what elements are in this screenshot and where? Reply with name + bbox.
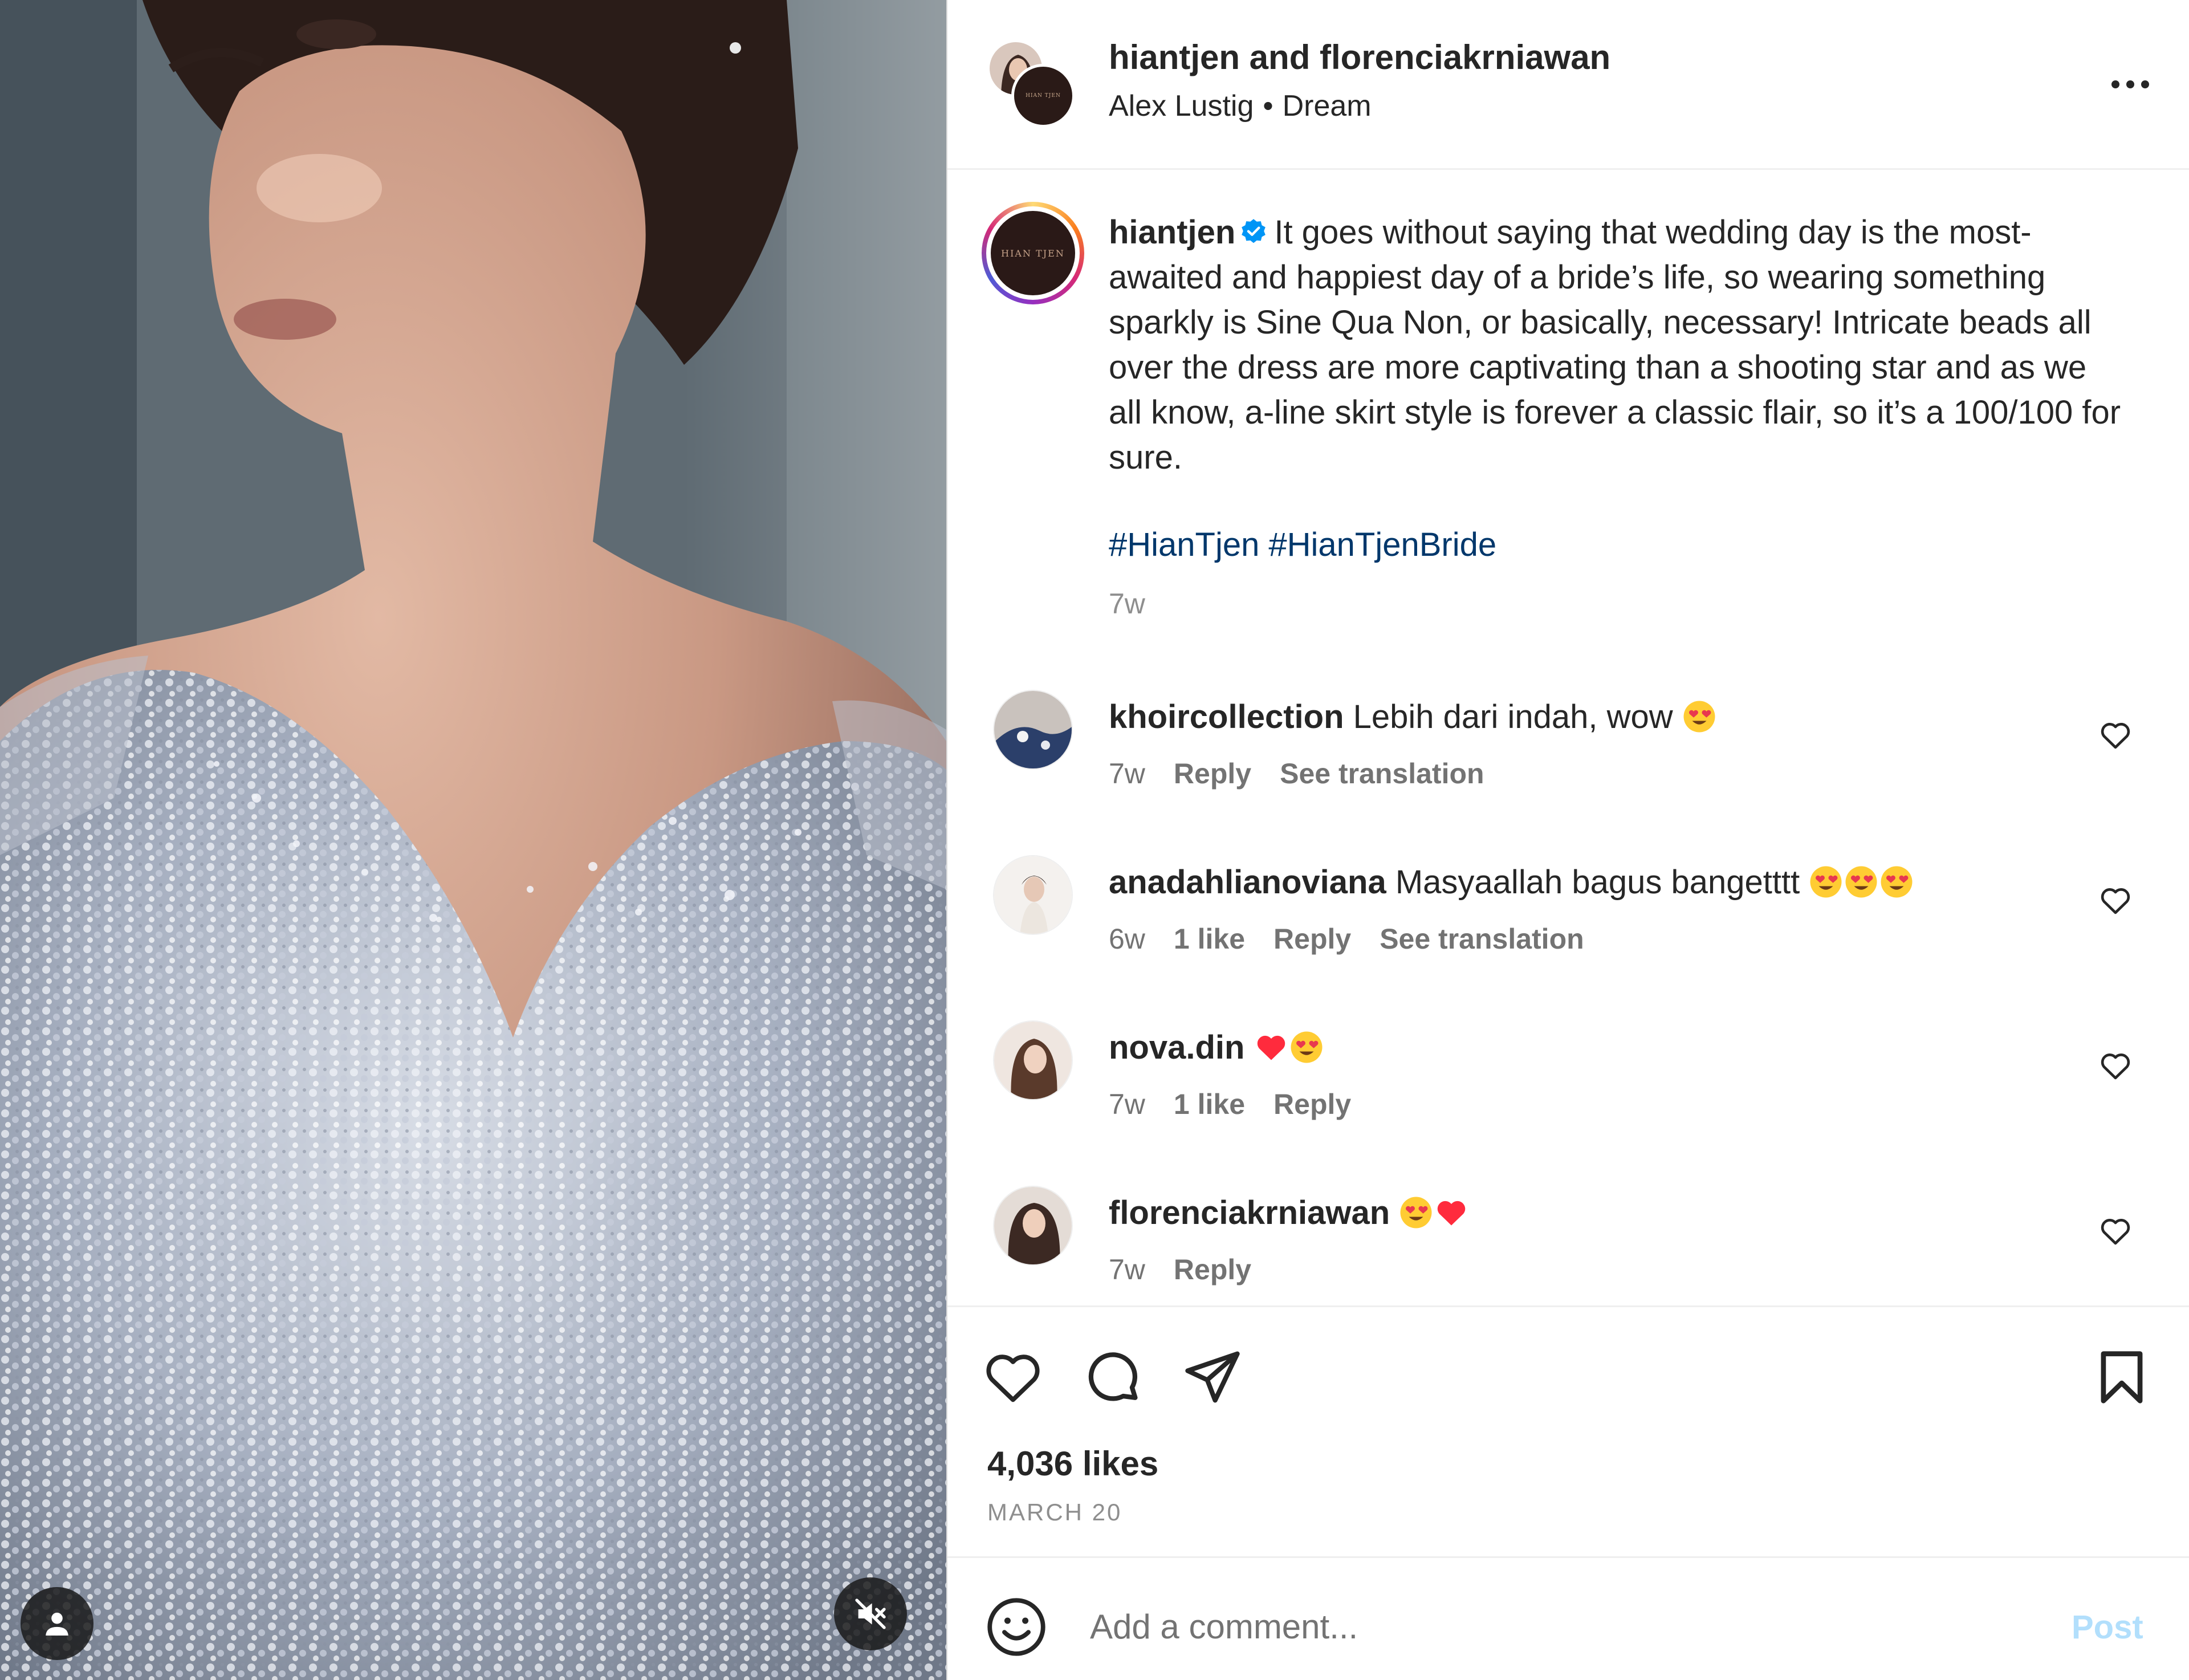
reply-button[interactable]: Reply (1174, 758, 1251, 790)
comment-item: anadahlianoviana Masyaallah bagus banget… (947, 852, 2189, 983)
comment-item: florenciakrniawan 7w Reply (947, 1182, 2189, 1313)
reply-button[interactable]: Reply (1273, 923, 1351, 955)
comment-like-heart-icon[interactable] (2098, 1048, 2133, 1083)
comment-like-heart-icon[interactable] (2098, 717, 2133, 752)
muted-speaker-icon (855, 1598, 886, 1629)
post-header: HIAN TJEN hiantjen and florenciakrniawan… (947, 0, 2189, 170)
comment-meta: 7w Reply See translation (1109, 757, 1513, 790)
heart-eyes-emoji-icon (1881, 866, 1913, 898)
post-media-video[interactable] (0, 0, 946, 1680)
separator-dot: • (1263, 90, 1273, 123)
likes-count[interactable]: 4,036 likes (987, 1444, 1158, 1483)
heart-eyes-emoji-icon (1400, 1197, 1432, 1229)
comment-body: khoircollection Lebih dari indah, wow (1109, 698, 1716, 736)
comment-text: Masyaallah bagus bangetttt (1395, 864, 1800, 901)
audio-info: Alex Lustig • Dream (1109, 89, 1372, 123)
comment-like-heart-icon[interactable] (2098, 882, 2133, 918)
comment-time[interactable]: 6w (1109, 923, 1145, 955)
heart-eyes-emoji-icon (1810, 866, 1842, 898)
bookmark-icon[interactable] (2090, 1346, 2153, 1409)
comment-like-heart-icon[interactable] (2098, 1213, 2133, 1248)
comment-body: florenciakrniawan (1109, 1194, 1468, 1232)
comment-time[interactable]: 7w (1109, 1088, 1145, 1120)
red-heart-emoji-icon (1257, 1035, 1285, 1060)
hashtag-link[interactable]: #HianTjen (1109, 526, 1259, 563)
commenter-avatar[interactable] (993, 1186, 1073, 1266)
reply-button[interactable]: Reply (1174, 1254, 1251, 1286)
music-track-link[interactable]: Dream (1283, 90, 1372, 123)
brand-logo-text: HIAN TJEN (1026, 93, 1061, 99)
avatar-hiantjen: HIAN TJEN (991, 211, 1075, 295)
comment-username[interactable]: florenciakrniawan (1109, 1194, 1390, 1231)
comment-bubble-icon[interactable] (1081, 1346, 1144, 1409)
commenter-avatar[interactable] (993, 1020, 1073, 1100)
caption-body: hiantjen It goes without saying that wed… (1109, 210, 2123, 480)
post-comment-button[interactable]: Post (2072, 1608, 2143, 1646)
comment-username[interactable]: nova.din (1109, 1029, 1244, 1066)
caption-username[interactable]: hiantjen (1109, 214, 1235, 251)
title-conjunction: and (1240, 38, 1320, 76)
brand-logo-text: HIAN TJEN (1001, 247, 1065, 259)
red-heart-emoji-icon (1438, 1201, 1466, 1226)
instagram-post-view: HIAN TJEN hiantjen and florenciakrniawan… (0, 0, 2189, 1680)
post-actions: 4,036 likes MARCH 20 (947, 1305, 2189, 1556)
author-link-hiantjen[interactable]: hiantjen (1109, 38, 1240, 76)
comment-meta: 7w 1 like Reply (1109, 1088, 1380, 1121)
comment-text: Lebih dari indah, wow (1353, 698, 1673, 735)
user-tag-icon (46, 1612, 68, 1636)
comment-item: nova.din 7w 1 like Reply (947, 1017, 2189, 1148)
comment-body: anadahlianoviana Masyaallah bagus banget… (1109, 863, 1914, 901)
comment-likes-count[interactable]: 1 like (1174, 1088, 1245, 1120)
comment-username[interactable]: khoircollection (1109, 698, 1344, 735)
heart-eyes-emoji-icon (1845, 866, 1877, 898)
heart-eyes-emoji-icon (1683, 701, 1715, 733)
caption-avatar-story-ring[interactable]: HIAN TJEN (982, 202, 1084, 304)
comment-time[interactable]: 7w (1109, 758, 1145, 790)
music-artist-link[interactable]: Alex Lustig (1109, 90, 1254, 123)
mute-toggle-button[interactable] (834, 1577, 907, 1650)
avatar-photo (994, 1022, 1072, 1099)
caption-text: It goes without saying that wedding day … (1109, 214, 2121, 476)
post-details-panel: HIAN TJEN hiantjen and florenciakrniawan… (946, 0, 2189, 1680)
bride-photo (0, 0, 946, 1680)
heart-icon[interactable] (982, 1346, 1044, 1409)
comment-time[interactable]: 7w (1109, 1254, 1145, 1286)
commenter-avatar[interactable] (993, 855, 1073, 935)
paper-plane-icon[interactable] (1181, 1346, 1244, 1409)
post-title: hiantjen and florenciakrniawan (1109, 38, 1610, 77)
comment-meta: 7w Reply (1109, 1253, 1280, 1286)
comment-body: nova.din (1109, 1028, 1324, 1067)
commenter-avatar[interactable] (993, 690, 1073, 770)
more-horizontal-icon[interactable] (2099, 67, 2162, 101)
post-date[interactable]: MARCH 20 (987, 1499, 1122, 1526)
see-translation-button[interactable]: See translation (1380, 923, 1584, 955)
smiley-icon[interactable] (985, 1596, 1048, 1658)
comment-likes-count[interactable]: 1 like (1174, 923, 1245, 955)
caption-timestamp[interactable]: 7w (1109, 587, 1145, 620)
comment-item: khoircollection Lebih dari indah, wow 7w… (947, 686, 2189, 817)
hashtag-link[interactable]: #HianTjenBride (1268, 526, 1496, 563)
avatar-photo (994, 1187, 1072, 1264)
user-tags-button[interactable] (21, 1587, 93, 1660)
see-translation-button[interactable]: See translation (1280, 758, 1484, 790)
add-comment-bar: Post (947, 1556, 2189, 1680)
verified-badge-icon (1242, 219, 1266, 243)
collab-avatars[interactable]: HIAN TJEN (987, 40, 1075, 128)
avatar-hiantjen-brand[interactable]: HIAN TJEN (1011, 64, 1075, 128)
heart-eyes-emoji-icon (1291, 1031, 1323, 1063)
comment-input[interactable] (1090, 1592, 2059, 1661)
comment-username[interactable]: anadahlianoviana (1109, 864, 1386, 901)
reply-button[interactable]: Reply (1273, 1088, 1351, 1120)
author-link-florenciakrniawan[interactable]: florenciakrniawan (1320, 38, 1610, 76)
avatar-photo (994, 691, 1072, 768)
caption-hashtags: #HianTjen #HianTjenBride (1109, 526, 1496, 564)
avatar-photo (994, 856, 1072, 934)
comment-meta: 6w 1 like Reply See translation (1109, 922, 1613, 955)
